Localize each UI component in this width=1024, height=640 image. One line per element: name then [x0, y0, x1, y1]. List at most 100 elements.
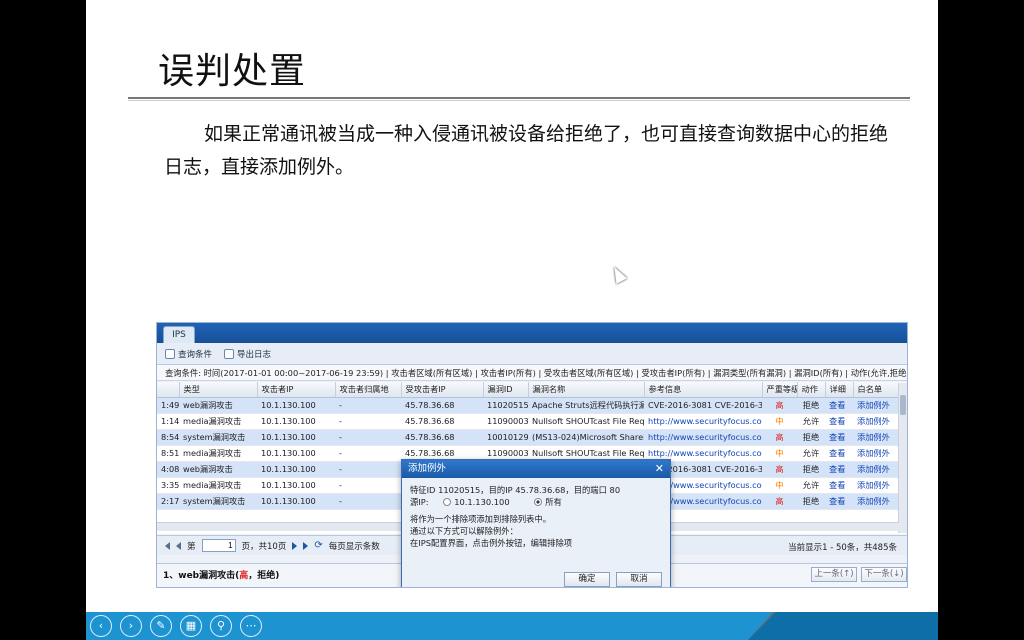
source-ip-row: 源IP: 10.1.130.100 所有 [410, 496, 662, 508]
cell-ref[interactable]: http://www.securityfocus.com... [644, 429, 762, 446]
view-detail-link[interactable]: 查看 [825, 397, 853, 414]
column-header[interactable] [157, 382, 180, 398]
next-record-button[interactable]: 下一条(↓) [861, 567, 907, 582]
cell-time: 4:08 [157, 461, 179, 478]
cell-time: 8:51 [157, 445, 179, 462]
cell-name: Apache Struts远程代码执行漏洞 [528, 397, 644, 414]
cell-src: 10.1.130.100 [257, 461, 335, 478]
column-header[interactable]: 类型 [179, 382, 258, 398]
scroll-thumb[interactable] [900, 395, 906, 415]
cell-type: system漏洞攻击 [179, 493, 257, 510]
table-row[interactable]: 8:54 system漏洞攻击 10.1.130.100-45.78.36.68 10… [157, 429, 907, 446]
toolbar: 查询条件 导出日志 [157, 343, 907, 365]
view-detail-link[interactable]: 查看 [825, 477, 853, 494]
slides-grid-icon[interactable]: ▦ [180, 615, 202, 637]
cell-type: system漏洞攻击 [179, 429, 257, 446]
column-header[interactable]: 漏洞名称 [528, 382, 645, 398]
page-suffix: 页，共10页 [241, 541, 287, 552]
magnifier-icon [165, 348, 175, 359]
toolbar-dark-band [748, 612, 938, 640]
zoom-icon[interactable]: ⚲ [210, 615, 232, 637]
cell-ref[interactable]: http://www.securityfocus.com... [644, 413, 762, 430]
cancel-button[interactable]: 取消 [616, 572, 662, 587]
cell-time: 8:54 [157, 429, 179, 446]
next-page-icon[interactable] [292, 541, 298, 550]
radio-all[interactable]: 所有 [534, 497, 562, 507]
cell-level: 中 [762, 413, 797, 430]
radio-source-ip[interactable]: 10.1.130.100 [443, 497, 510, 507]
cell-type: media漏洞攻击 [179, 413, 257, 430]
cell-id: 11090003 [483, 413, 528, 430]
cell-action: 允许 [797, 445, 825, 462]
previous-slide-icon[interactable]: ‹ [90, 615, 112, 637]
dialog-body: 特征ID 11020515，目的IP 45.78.36.68，目的端口 80 源… [402, 478, 670, 555]
close-icon[interactable]: ✕ [655, 460, 664, 478]
cell-geo: - [335, 493, 401, 510]
cell-action: 拒绝 [797, 429, 825, 446]
ok-button[interactable]: 确定 [564, 572, 610, 587]
column-header[interactable]: 漏洞ID [483, 382, 529, 398]
view-detail-link[interactable]: 查看 [825, 445, 853, 462]
cell-level: 高 [762, 461, 797, 478]
table-row[interactable]: 1:14 media漏洞攻击 10.1.130.100-45.78.36.68 110… [157, 413, 907, 430]
cell-time: 1:14 [157, 413, 179, 430]
cell-src: 10.1.130.100 [257, 493, 335, 510]
table-header: 类型 攻击者IP 攻击者归属地 受攻击者IP 漏洞ID 漏洞名称 参考信息 严重等级 动作 详细白… [157, 382, 907, 398]
per-page-label: 每页显示条数 [328, 541, 380, 552]
column-header[interactable]: 攻击者IP [257, 382, 336, 398]
cell-ref[interactable]: CVE-2016-3081 CVE-2016-30... [644, 397, 762, 414]
column-header[interactable]: 受攻击者IP [401, 382, 484, 398]
cell-dst: 45.78.36.68 [401, 429, 483, 446]
column-header[interactable]: 严重等级 [762, 382, 798, 398]
title-divider-shadow [128, 100, 910, 101]
refresh-icon[interactable]: ⟳ [314, 540, 322, 551]
cell-time: 1:49 [157, 397, 179, 414]
export-button-label: 导出日志 [237, 349, 272, 360]
source-ip-label: 源IP: [410, 497, 429, 507]
query-button[interactable]: 查询条件 [165, 348, 212, 360]
column-header[interactable]: 动作 [797, 382, 826, 398]
cell-time: 3:35 [157, 477, 179, 494]
cell-type: web漏洞攻击 [179, 397, 257, 414]
next-slide-icon[interactable]: › [120, 615, 142, 637]
table-row[interactable]: 1:49 web漏洞攻击 10.1.130.100-45.78.36.68 11020… [157, 397, 907, 414]
cell-src: 10.1.130.100 [257, 429, 335, 446]
dialog-note-2: 通过以下方式可以解除例外： [410, 526, 518, 536]
page-summary: 当前显示1 - 50条，共485条 [788, 543, 897, 553]
title-divider [128, 97, 910, 99]
vertical-scrollbar[interactable] [898, 383, 907, 533]
view-detail-link[interactable]: 查看 [825, 461, 853, 478]
cell-src: 10.1.130.100 [257, 413, 335, 430]
view-detail-link[interactable]: 查看 [825, 413, 853, 430]
slide-title: 误判处置 [158, 51, 307, 92]
prev-record-button[interactable]: 上一条(↑) [811, 567, 857, 582]
query-button-label: 查询条件 [178, 349, 213, 360]
detail-title-text: 1、web漏洞攻击( [163, 571, 240, 581]
radio-source-ip-label: 10.1.130.100 [454, 497, 510, 507]
last-page-icon[interactable] [303, 541, 309, 550]
cell-geo: - [335, 445, 401, 462]
cell-geo: - [335, 429, 401, 446]
detail-title: 1、web漏洞攻击(高，拒绝) [163, 568, 279, 581]
cell-level: 中 [762, 445, 797, 462]
prev-page-icon[interactable] [176, 541, 181, 550]
column-header[interactable]: 参考信息 [644, 382, 763, 398]
cell-action: 拒绝 [797, 493, 825, 510]
view-detail-link[interactable]: 查看 [825, 429, 853, 446]
more-options-icon[interactable]: ⋯ [240, 615, 262, 637]
column-header[interactable]: 详细 [825, 382, 854, 398]
cell-src: 10.1.130.100 [257, 397, 335, 414]
cell-geo: - [335, 397, 401, 414]
column-header[interactable]: 攻击者归属地 [335, 382, 402, 398]
view-detail-link[interactable]: 查看 [825, 493, 853, 510]
tab-bar: IPS [157, 323, 907, 343]
export-log-button[interactable]: 导出日志 [224, 348, 271, 360]
page-number-input[interactable] [201, 539, 236, 552]
first-page-icon[interactable] [165, 541, 170, 550]
cell-type: web漏洞攻击 [179, 461, 257, 478]
radio-checked-icon [534, 498, 543, 506]
slide-body-text: 如果正常通讯被当成一种入侵通讯被设备给拒绝了，也可直接查询数据中心的拒绝日志，直… [164, 123, 889, 178]
tab-ips[interactable]: IPS [163, 326, 195, 343]
dialog-header: 添加例外 ✕ [402, 460, 670, 478]
pen-icon[interactable]: ✎ [150, 615, 172, 637]
